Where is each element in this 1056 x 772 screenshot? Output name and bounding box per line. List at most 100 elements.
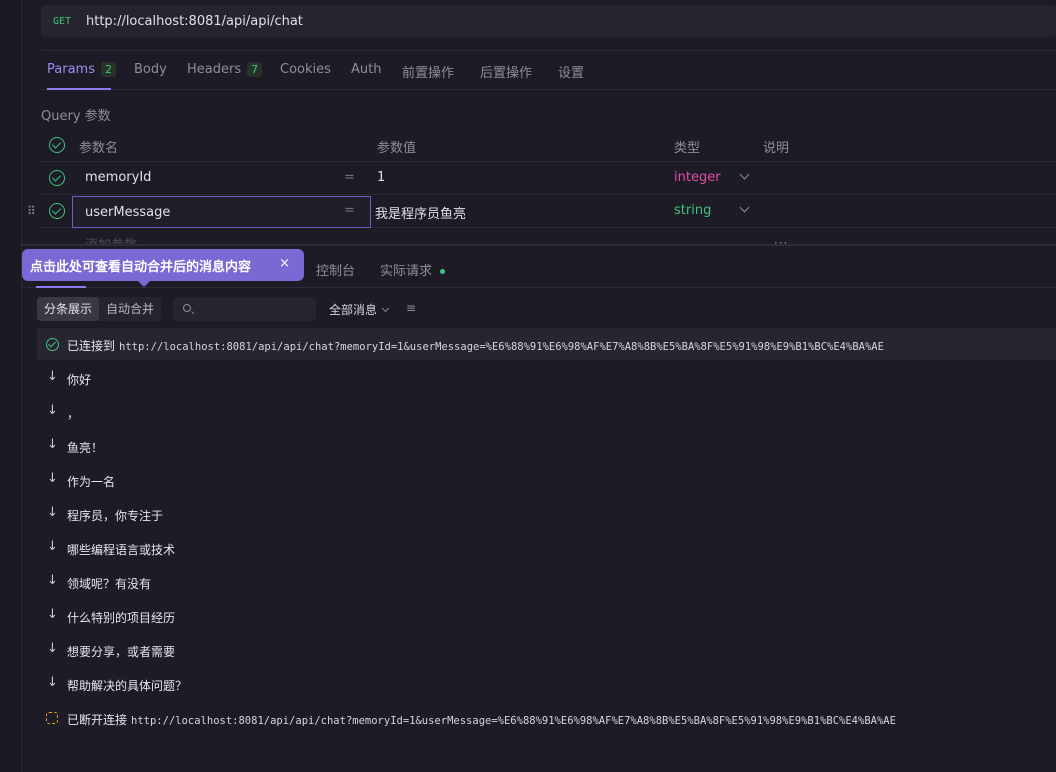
arrow-down-icon: ↓ (47, 641, 58, 656)
check-circle-icon (46, 338, 59, 351)
message-toolbar: 分条展示 自动合并 全部消息 ≡ (37, 297, 1056, 321)
left-sidebar-strip (0, 0, 22, 772)
connected-text: 已连接到 http://localhost:8081/api/api/chat?m… (67, 337, 884, 354)
chevron-down-icon (381, 304, 390, 313)
drag-handle-icon[interactable]: ⠿ (27, 204, 36, 218)
arrow-down-icon: ↓ (47, 505, 58, 520)
tab-body[interactable]: Body (134, 62, 167, 77)
tab-label: Headers (187, 62, 242, 77)
arrow-down-icon: ↓ (47, 471, 58, 486)
tab-label: 设置 (558, 66, 585, 81)
param-name: userMessage (85, 205, 171, 220)
tab-actual-request[interactable]: 实际请求 (380, 260, 446, 279)
arrow-down-icon: ↓ (47, 573, 58, 588)
equals-sign: = (344, 203, 355, 218)
message-text: 程序员，你专注于 (67, 509, 164, 523)
add-param-placeholder: 添加参数 (85, 234, 137, 244)
param-name-field[interactable]: userMessage (72, 196, 371, 228)
param-row: ⠿ userMessage = 我是程序员鱼亮 string (27, 195, 1056, 228)
tab-params[interactable]: Params 2 (47, 62, 116, 77)
message-text: 帮助解决的具体问题？ (67, 679, 188, 693)
disconnected-message[interactable]: 已断开连接 http://localhost:8081/api/api/chat?… (37, 707, 1056, 731)
merge-view-button[interactable]: 自动合并 (99, 297, 161, 321)
chevron-down-icon[interactable] (739, 202, 750, 213)
split-view-button[interactable]: 分条展示 (37, 297, 100, 321)
list-item[interactable]: ↓ 鱼亮！ (37, 435, 1056, 459)
disconnect-icon (46, 712, 58, 724)
param-row: memoryId = 1 integer (41, 162, 1056, 195)
status-dot (440, 269, 446, 274)
param-enabled-checkbox[interactable] (49, 170, 65, 186)
connected-message[interactable]: 已连接到 http://localhost:8081/api/api/chat?m… (37, 328, 1056, 360)
connected-url: http://localhost:8081/api/api/chat?memor… (119, 341, 884, 353)
request-panel: GET http://localhost:8081/api/api/chat P… (22, 0, 1056, 772)
connected-label: 已连接到 (67, 339, 116, 353)
tab-badge: 7 (247, 62, 263, 77)
request-tabs: Params 2 Body Headers 7 Cookies Auth 前置操… (41, 50, 1056, 90)
list-item[interactable]: ↓ 什么特别的项目经历 (37, 605, 1056, 629)
tab-console[interactable]: 控制台 (316, 260, 355, 279)
add-param-row[interactable]: 添加参数 (41, 230, 1056, 244)
tab-auth[interactable]: Auth (351, 62, 381, 77)
message-text: 鱼亮！ (67, 441, 104, 455)
close-icon[interactable]: × (279, 256, 290, 271)
active-tab-indicator (36, 286, 86, 288)
arrow-down-icon: ↓ (47, 403, 58, 418)
search-input[interactable] (173, 297, 316, 321)
list-item[interactable]: ↓ 帮助解决的具体问题？ (37, 673, 1056, 697)
query-section-title: Query 参数 (41, 109, 111, 124)
sort-icon[interactable]: ≡ (406, 301, 416, 315)
select-all-checkbox[interactable] (49, 137, 65, 153)
disconnected-url: http://localhost:8081/api/api/chat?memor… (131, 715, 896, 727)
message-filter-dropdown[interactable]: 全部消息 (329, 301, 390, 318)
message-text: 你好 (67, 373, 92, 387)
tab-badge: 2 (100, 62, 116, 77)
list-item[interactable]: ↓ 哪些编程语言或技术 (37, 537, 1056, 561)
tab-settings[interactable]: 设置 (558, 62, 584, 81)
tab-label: 实际请求 (380, 264, 433, 279)
param-value[interactable]: 我是程序员鱼亮 (375, 203, 466, 222)
list-item[interactable]: ↓ 你好 (37, 367, 1056, 391)
list-item[interactable]: ↓ 想要分享，或者需要 (37, 639, 1056, 663)
equals-sign: = (344, 170, 355, 185)
arrow-down-icon: ↓ (47, 539, 58, 554)
header-type: 类型 (674, 141, 701, 156)
message-text: 作为一名 (67, 475, 116, 489)
param-value[interactable]: 1 (377, 170, 385, 185)
tab-post-operations[interactable]: 后置操作 (480, 62, 532, 81)
tab-label: Cookies (280, 62, 331, 77)
list-item[interactable]: ↓ 作为一名 (37, 469, 1056, 493)
list-item[interactable]: ↓ 领域呢？有没有 (37, 571, 1056, 595)
message-text: 领域呢？有没有 (67, 577, 152, 591)
tab-label: Params (47, 62, 95, 77)
tab-cookies[interactable]: Cookies (280, 62, 331, 77)
arrow-down-icon: ↓ (47, 369, 58, 384)
chevron-down-icon[interactable] (739, 169, 750, 180)
tab-pre-operations[interactable]: 前置操作 (402, 62, 454, 81)
tab-headers[interactable]: Headers 7 (187, 62, 263, 77)
merge-hint-tooltip: 点击此处可查看自动合并后的消息内容 × (22, 249, 304, 287)
disconnected-text: 已断开连接 http://localhost:8081/api/api/chat?… (67, 711, 896, 728)
list-item[interactable]: ↓， (37, 401, 1056, 425)
message-text: ， (67, 407, 80, 421)
method-label[interactable]: GET (53, 16, 83, 27)
disconnected-label: 已断开连接 (67, 713, 128, 727)
list-item[interactable]: ↓ 程序员，你专注于 (37, 503, 1056, 527)
url-input[interactable]: http://localhost:8081/api/api/chat (86, 14, 303, 29)
param-name[interactable]: memoryId (85, 170, 151, 185)
message-text: 什么特别的项目经历 (67, 611, 176, 625)
message-text: 哪些编程语言或技术 (67, 543, 176, 557)
filter-label: 全部消息 (329, 303, 378, 317)
tooltip-text: 点击此处可查看自动合并后的消息内容 (30, 259, 252, 275)
tab-label: Body (134, 62, 167, 77)
tab-label: 后置操作 (480, 66, 533, 81)
url-bar[interactable]: GET http://localhost:8081/api/api/chat (41, 5, 1056, 37)
param-type[interactable]: string (674, 203, 711, 218)
search-icon (183, 304, 191, 312)
arrow-down-icon: ↓ (47, 607, 58, 622)
param-enabled-checkbox[interactable] (49, 203, 65, 219)
param-type[interactable]: integer (674, 170, 721, 185)
message-text: 想要分享，或者需要 (67, 645, 176, 659)
header-desc: 说明 (763, 141, 790, 156)
active-tab-indicator (47, 88, 111, 90)
